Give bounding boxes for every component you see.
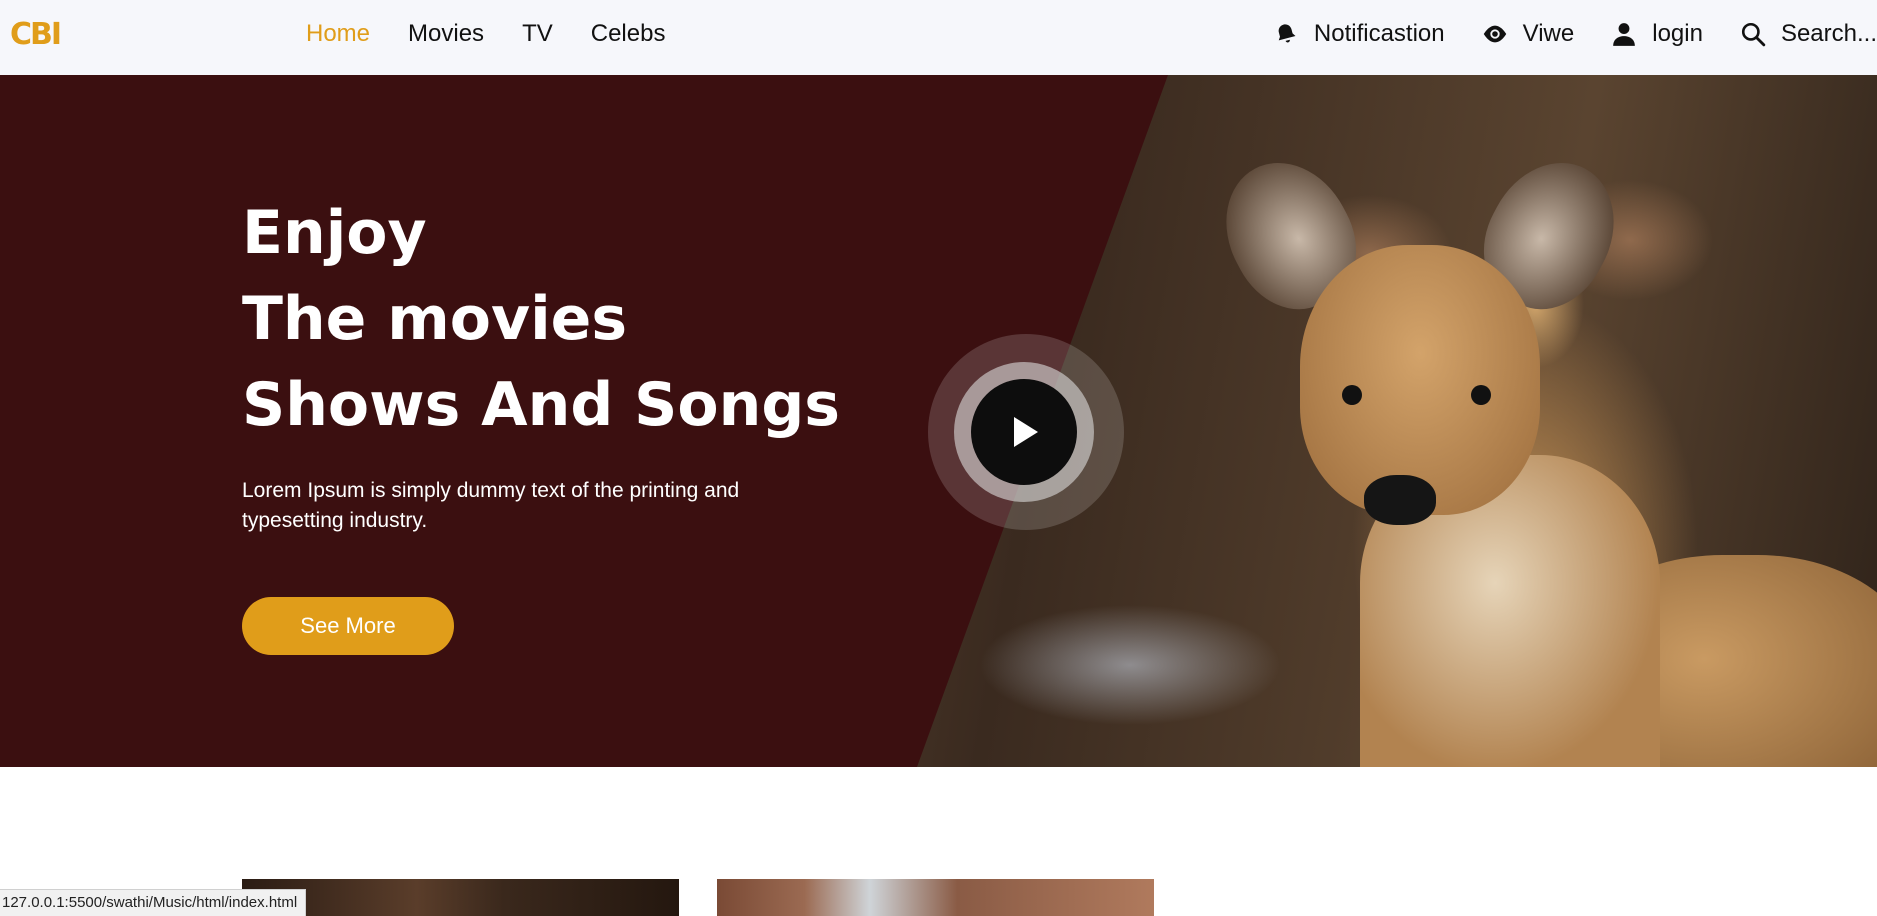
deer-head <box>1300 245 1540 515</box>
bell-icon <box>1272 20 1300 48</box>
deer-nose <box>1364 475 1436 525</box>
view-label: Viwe <box>1522 20 1575 47</box>
hero-banner: Enjoy The movies Shows And Songs Lorem I… <box>0 75 1877 767</box>
brand-logo[interactable]: CBI <box>10 18 62 52</box>
top-navbar: CBI Home Movies TV Celebs Notificastion … <box>0 0 1877 75</box>
main-nav: Home Movies TV Celebs <box>306 0 665 68</box>
hero-title-line-3: Shows And Songs <box>242 370 840 440</box>
nav-right-actions: Notificastion Viwe login Search... <box>1272 0 1877 68</box>
search-button[interactable]: Search... <box>1739 20 1877 48</box>
hero-description: Lorem Ipsum is simply dummy text of the … <box>242 479 740 532</box>
nav-link-movies[interactable]: Movies <box>408 20 484 48</box>
user-icon <box>1610 20 1638 48</box>
movie-card-2[interactable] <box>717 879 1154 916</box>
eye-icon <box>1481 20 1509 48</box>
play-icon <box>1014 417 1038 447</box>
hero-title-line-1: Enjoy <box>242 198 427 268</box>
deer-eye-right <box>1471 385 1491 405</box>
notifications-button[interactable]: Notificastion <box>1272 20 1445 48</box>
see-more-button[interactable]: See More <box>242 597 454 655</box>
search-icon <box>1739 20 1767 48</box>
nav-link-tv[interactable]: TV <box>522 20 553 48</box>
deer-eye-left <box>1342 385 1362 405</box>
notifications-label: Notificastion <box>1313 20 1445 47</box>
play-button[interactable] <box>971 379 1077 485</box>
browser-status-url: 127.0.0.1:5500/swathi/Music/html/index.h… <box>0 889 307 916</box>
nav-link-home[interactable]: Home <box>306 20 370 48</box>
view-button[interactable]: Viwe <box>1481 20 1575 48</box>
login-button[interactable]: login <box>1610 20 1703 48</box>
hero-title: Enjoy The movies Shows And Songs <box>242 190 840 448</box>
movie-card-1[interactable] <box>242 879 679 916</box>
hero-title-line-2: The movies <box>242 284 628 354</box>
search-label: Search... <box>1780 20 1877 47</box>
login-label: login <box>1652 20 1703 47</box>
nav-link-celebs[interactable]: Celebs <box>591 20 666 48</box>
